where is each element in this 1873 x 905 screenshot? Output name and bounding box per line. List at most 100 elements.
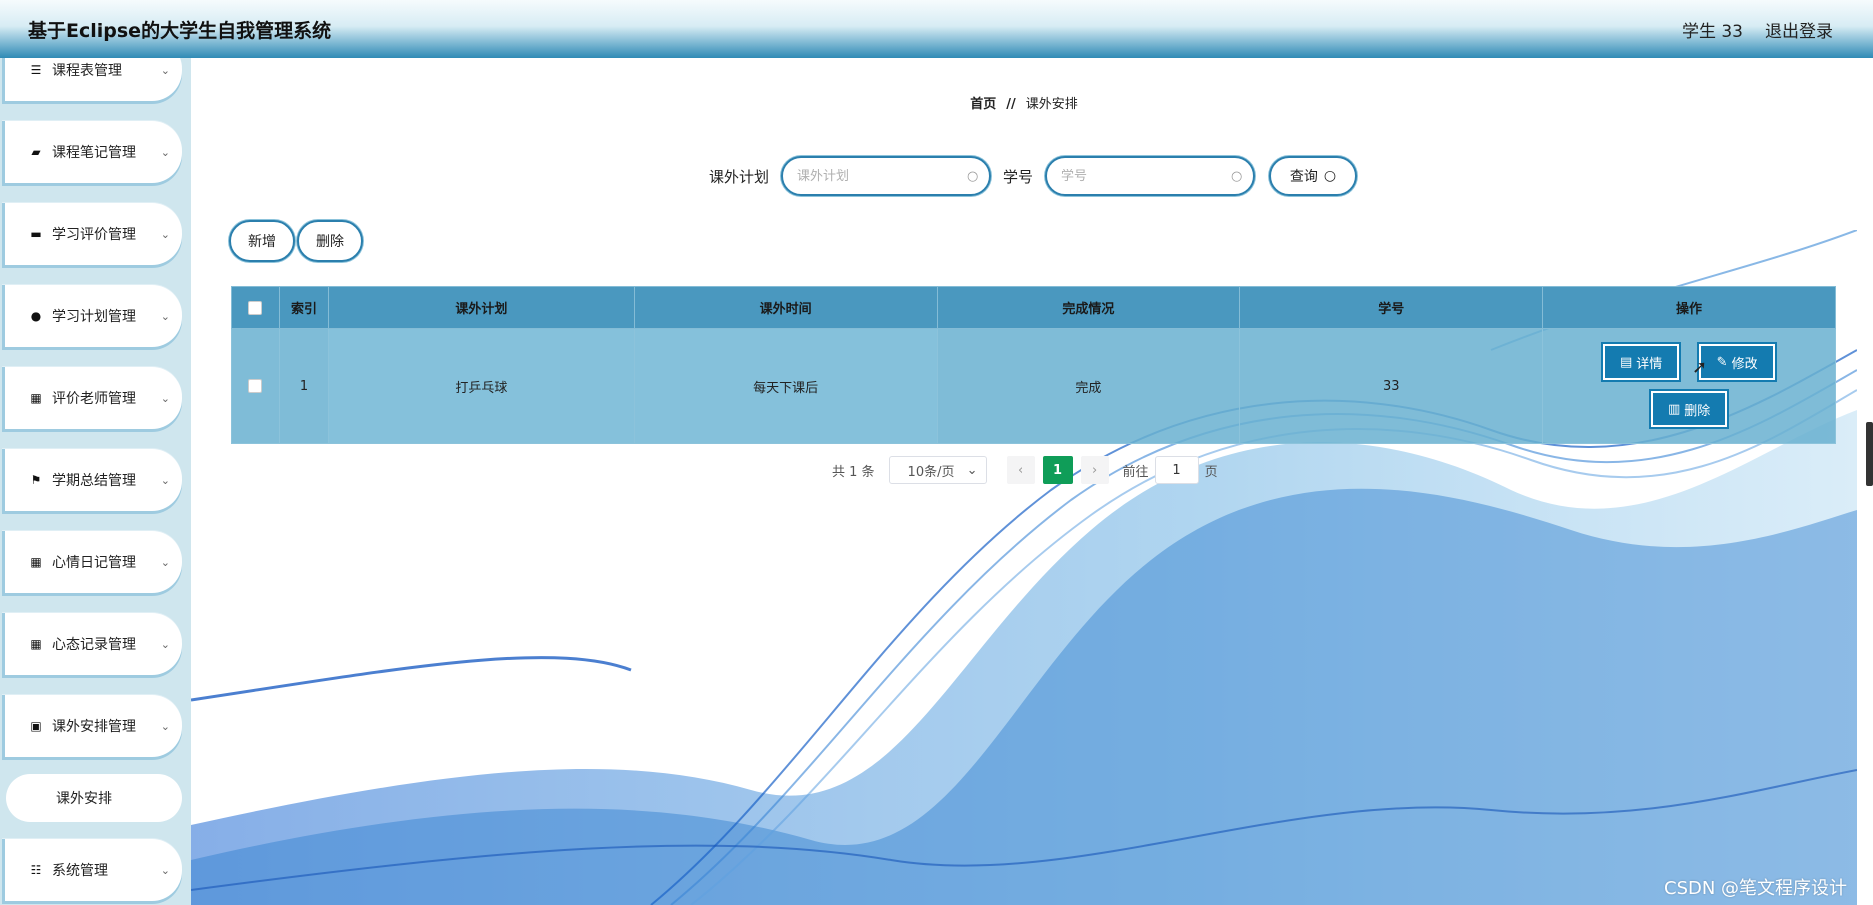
pagination-total: 共 1 条 [832,464,875,480]
app-title: 基于Eclipse的大学生自我管理系统 [28,19,332,42]
query-button-label: 查询 [1289,169,1318,185]
chevron-down-icon: ⌄ [160,309,170,323]
pencil-icon: ✎ [1716,354,1728,370]
cell-index: 1 [278,328,329,444]
detail-button-label: 详情 [1636,356,1663,372]
chevron-left-icon: ‹ [1017,462,1024,478]
action-buttons: 新增 删除 [229,220,363,262]
sidebar-item-label: 学习计划管理 [52,309,136,325]
chevron-down-icon: ⌄ [160,145,170,159]
monitor-icon: ▬ [30,227,42,241]
sidebar-subitem-extracurricular[interactable]: 课外安排 [6,774,182,822]
search-bar: 课外计划 ○ 学号 ○ 查询 ○ [709,156,1358,196]
goto-label: 前往 [1122,464,1149,480]
chevron-down-icon: ⌄ [160,227,170,241]
cell-student-id: 33 [1239,328,1544,444]
sidebar-item-label: 系统管理 [52,863,108,879]
breadcrumb: 首页 // 课外安排 [191,93,1857,112]
add-button[interactable]: 新增 [229,220,295,262]
batch-delete-button[interactable]: 删除 [297,220,363,262]
sidebar-item-system[interactable]: ☷ 系统管理 ⌄ [2,839,182,901]
search-icon: ○ [1231,168,1243,184]
search-icon: ○ [1323,168,1337,184]
chevron-right-icon: › [1091,462,1098,478]
detail-button[interactable]: ▤ 详情 [1603,344,1680,380]
chevron-down-icon: ⌄ [160,555,170,569]
breadcrumb-home[interactable]: 首页 [970,97,996,112]
page-size-select[interactable]: 10条/页 ⌄ [888,456,987,484]
edit-button[interactable]: ✎ 修改 [1699,344,1776,380]
sidebar-item-mindset-record[interactable]: ▦ 心态记录管理 ⌄ [2,613,182,675]
sidebar-item-schedule[interactable]: ☰ 课程表管理 ⌄ [2,58,182,101]
header-user-area: 学生 33 退出登录 [1682,17,1833,42]
column-header-plan: 课外计划 [327,286,635,329]
chevron-down-icon: ⌄ [160,473,170,487]
sidebar-item-course-notes[interactable]: ▰ 课程笔记管理 ⌄ [2,121,182,183]
sidebar-item-term-summary[interactable]: ⚑ 学期总结管理 ⌄ [2,449,182,511]
sidebar-item-label: 心态记录管理 [52,637,136,653]
prev-page-button[interactable]: ‹ [1006,456,1035,484]
main-content: 首页 // 课外安排 课外计划 ○ 学号 ○ 查询 ○ 新增 删除 索引 课外计划 … [191,58,1857,905]
sidebar: ☰ 课程表管理 ⌄ ▰ 课程笔记管理 ⌄ ▬ 学习评价管理 ⌄ ● 学习计划管理… [0,58,191,905]
plan-search-input[interactable] [797,168,968,184]
chevron-down-icon: ⌄ [160,863,170,877]
data-table: 索引 课外计划 课外时间 完成情况 学号 操作 1 打乒乓球 每天下课后 完成 … [231,286,1836,444]
select-all-checkbox[interactable] [248,300,263,315]
breadcrumb-current: 课外安排 [1025,97,1078,112]
next-page-button[interactable]: › [1080,456,1109,484]
mouse-cursor-icon: ➚ [1692,357,1708,378]
column-header-index: 索引 [278,286,329,329]
grid-icon: ▦ [30,391,42,405]
sidebar-item-label: 学习评价管理 [52,227,136,243]
top-header: 基于Eclipse的大学生自我管理系统 学生 33 退出登录 [0,0,1873,58]
cell-actions: ▤ 详情 ✎ 修改 ▥ 删除 [1542,328,1836,444]
chevron-down-icon: ⌄ [160,63,170,77]
sidebar-item-extracurricular[interactable]: ▣ 课外安排管理 ⌄ [2,695,182,757]
column-header-student-id: 学号 [1239,286,1544,329]
sidebar-item-study-evaluation[interactable]: ▬ 学习评价管理 ⌄ [2,203,182,265]
query-button[interactable]: 查询 ○ [1269,156,1358,196]
page-suffix: 页 [1204,464,1218,480]
grid-icon: ▦ [30,555,42,569]
pagination: 共 1 条 10条/页 ⌄ ‹ 1 › 前往 页 [832,456,1218,484]
watermark: CSDN @笔文程序设计 [1664,878,1848,899]
sliders-icon: ☷ [30,863,42,877]
row-delete-button[interactable]: ▥ 删除 [1651,391,1728,427]
sidebar-item-study-plan[interactable]: ● 学习计划管理 ⌄ [2,285,182,347]
scrollbar-thumb[interactable] [1866,422,1873,486]
grid-icon: ▦ [30,637,42,651]
breadcrumb-separator: // [1006,97,1016,112]
page-number-1[interactable]: 1 [1042,456,1073,484]
column-header-time: 课外时间 [633,286,938,329]
select-all-header [231,286,280,329]
sidebar-item-label: 评价老师管理 [52,391,136,407]
goto-page-input[interactable] [1154,456,1199,484]
row-checkbox[interactable] [248,379,263,393]
row-delete-button-label: 删除 [1684,403,1711,419]
id-search-box: ○ [1045,156,1256,196]
cell-time: 每天下课后 [633,328,938,444]
sidebar-item-label: 课外安排管理 [52,719,136,735]
logout-link[interactable]: 退出登录 [1765,17,1833,42]
column-header-status: 完成情况 [936,286,1241,329]
flag-icon: ⚑ [30,473,42,487]
table-row: 1 打乒乓球 每天下课后 完成 33 ▤ 详情 ✎ 修改 ▥ 删除 [231,328,1836,444]
sidebar-item-mood-diary[interactable]: ▦ 心情日记管理 ⌄ [2,531,182,593]
right-scroll-track [1857,58,1866,905]
list-icon: ☰ [30,63,42,77]
plan-search-label: 课外计划 [709,167,770,186]
sidebar-item-label: 心情日记管理 [52,555,136,571]
plan-search-box: ○ [781,156,992,196]
current-user: 学生 33 [1681,21,1743,42]
id-search-input[interactable] [1061,168,1232,184]
cell-status: 完成 [936,328,1241,444]
search-icon: ○ [967,168,979,184]
chevron-down-icon: ⌄ [160,637,170,651]
chevron-down-icon: ⌄ [160,719,170,733]
sidebar-item-label: 课程笔记管理 [52,145,136,161]
sidebar-item-label: 学期总结管理 [52,473,136,489]
column-header-actions: 操作 [1542,286,1836,329]
row-select-cell [231,328,280,444]
user-icon: ● [30,309,42,323]
sidebar-item-teacher-evaluation[interactable]: ▦ 评价老师管理 ⌄ [2,367,182,429]
